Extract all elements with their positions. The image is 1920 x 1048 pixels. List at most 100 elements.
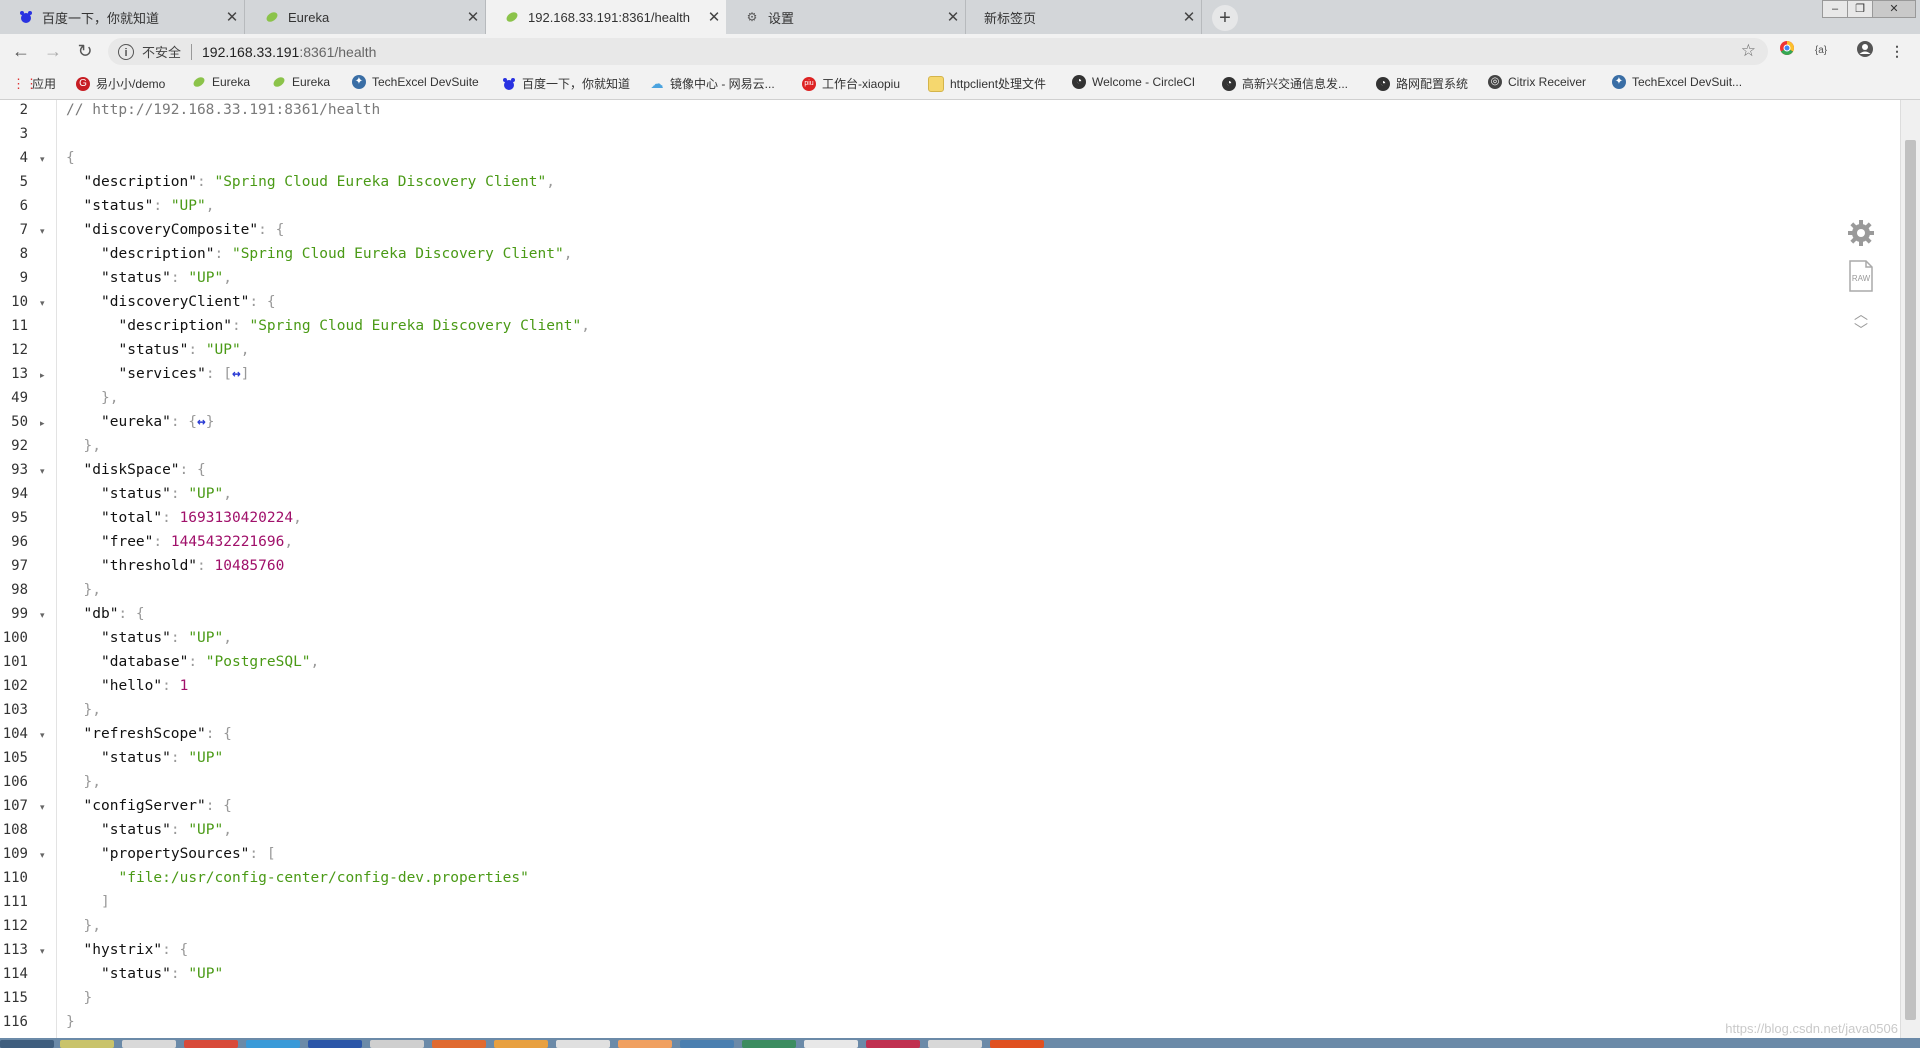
close-window-button[interactable]: ✕ <box>1872 0 1916 18</box>
bookmark-gitee[interactable]: G 易小小/demo <box>76 75 165 92</box>
json-punct: : [ <box>205 366 233 382</box>
close-icon[interactable]: ✕ <box>220 8 244 26</box>
tab-newtab[interactable]: 新标签页 ✕ <box>966 0 1202 34</box>
code-line: "configServer": { <box>84 798 232 814</box>
taskbar-item[interactable] <box>742 1040 796 1048</box>
taskbar-item[interactable] <box>804 1040 858 1048</box>
taskbar-item[interactable] <box>0 1040 54 1048</box>
chrome-extension-icon[interactable] <box>1776 40 1798 62</box>
json-punct: , <box>223 630 232 646</box>
json-number: 1 <box>179 678 189 694</box>
account-icon[interactable] <box>1854 40 1876 62</box>
close-icon[interactable]: ✕ <box>941 8 965 26</box>
json-punct: , <box>563 246 573 262</box>
json-punct: }, <box>101 390 119 406</box>
line-number: 5 <box>19 174 28 190</box>
scrollbar[interactable] <box>1900 100 1920 1038</box>
json-punct: : { <box>205 726 232 742</box>
json-key: "status" <box>101 630 171 646</box>
close-icon[interactable]: ✕ <box>1177 8 1201 26</box>
fold-open-icon[interactable]: ▾ <box>40 298 45 309</box>
forward-button[interactable]: → <box>40 38 66 64</box>
scrollbar-thumb[interactable] <box>1905 140 1916 1020</box>
json-string: "UP" <box>205 342 241 358</box>
json-punct: { <box>66 150 75 166</box>
fold-closed-icon[interactable]: ▸ <box>40 370 45 381</box>
code-line: "discoveryComposite": { <box>84 222 285 238</box>
fold-open-icon[interactable]: ▾ <box>40 730 45 741</box>
back-button[interactable]: ← <box>8 38 34 64</box>
raw-view-icon[interactable]: RAW <box>1844 260 1878 297</box>
bookmark-road-config[interactable]: ◔ 路网配置系统 <box>1376 75 1468 92</box>
settings-gear-icon[interactable] <box>1844 218 1878 253</box>
reload-button[interactable]: ↻ <box>72 38 98 64</box>
json-extension-icon[interactable]: {a} <box>1810 40 1832 62</box>
restore-button[interactable]: ❐ <box>1847 0 1873 18</box>
bookmark-netease-mirror[interactable]: ☁ 镜像中心 - 网易云... <box>650 75 775 92</box>
insecure-label: 不安全 <box>142 45 182 60</box>
line-number: 3 <box>19 126 28 142</box>
bookmark-apps[interactable]: ⋮⋮ 应用 <box>12 75 56 92</box>
bookmark-xiaopiu[interactable]: piu 工作台-xiaopiu <box>802 75 900 92</box>
bookmark-httpclient[interactable]: httpclient处理文件 <box>928 75 1046 92</box>
chevron-down-icon[interactable]: ﹀ <box>1844 320 1878 340</box>
bookmark-label: 应用 <box>32 77 57 91</box>
fold-open-icon[interactable]: ▾ <box>40 466 45 477</box>
close-icon[interactable]: ✕ <box>461 8 485 26</box>
browser-toolbar: ← → ↻ i 不安全 192.168.33.191:8361/health ☆… <box>0 34 1920 68</box>
taskbar-item[interactable] <box>494 1040 548 1048</box>
bookmark-citrix[interactable]: ◎ Citrix Receiver <box>1488 75 1586 89</box>
minimize-button[interactable]: – <box>1822 0 1848 18</box>
collapsed-ellipsis[interactable]: ↔ <box>197 414 206 430</box>
taskbar-item[interactable] <box>60 1040 114 1048</box>
taskbar-item[interactable] <box>618 1040 672 1048</box>
tab-baidu[interactable]: 百度一下，你就知道 ✕ <box>0 0 245 34</box>
bookmark-techexcel[interactable]: ✦ TechExcel DevSuite <box>352 75 479 89</box>
taskbar-item[interactable] <box>308 1040 362 1048</box>
line-number: 94 <box>11 486 28 502</box>
taskbar-item[interactable] <box>184 1040 238 1048</box>
bookmark-circleci[interactable]: ◔ Welcome - CircleCI <box>1072 75 1195 89</box>
bookmark-gosuncn[interactable]: ◔ 高新兴交通信息发... <box>1222 75 1348 92</box>
taskbar-item[interactable] <box>928 1040 982 1048</box>
taskbar-item[interactable] <box>680 1040 734 1048</box>
taskbar-item[interactable] <box>866 1040 920 1048</box>
json-key: "discoveryComposite" <box>83 222 259 238</box>
fold-open-icon[interactable]: ▾ <box>40 610 45 621</box>
json-punct: } <box>66 1014 75 1030</box>
taskbar-item[interactable] <box>432 1040 486 1048</box>
json-punct: : <box>162 678 180 694</box>
code-line: "status": "UP", <box>101 822 232 838</box>
menu-icon[interactable]: ⋮ <box>1886 40 1908 62</box>
json-number: 1445432221696 <box>170 534 285 550</box>
taskbar-item[interactable] <box>990 1040 1044 1048</box>
gitee-icon: G <box>76 76 90 91</box>
fold-closed-icon[interactable]: ▸ <box>40 418 45 429</box>
code-line: "database": "PostgreSQL", <box>101 654 319 670</box>
fold-open-icon[interactable]: ▾ <box>40 946 45 957</box>
bookmark-eureka-2[interactable]: Eureka <box>272 75 330 89</box>
taskbar-item[interactable] <box>556 1040 610 1048</box>
fold-open-icon[interactable]: ▾ <box>40 850 45 861</box>
bookmark-eureka-1[interactable]: Eureka <box>192 75 250 89</box>
fold-open-icon[interactable]: ▾ <box>40 154 45 165</box>
bookmark-techexcel-2[interactable]: ✦ TechExcel DevSuit... <box>1612 75 1742 89</box>
new-tab-button[interactable]: + <box>1212 5 1238 31</box>
fold-open-icon[interactable]: ▾ <box>40 226 45 237</box>
info-icon[interactable]: i <box>118 43 134 60</box>
json-punct: } <box>83 990 93 1006</box>
tab-eureka[interactable]: Eureka ✕ <box>246 0 486 34</box>
taskbar-item[interactable] <box>122 1040 176 1048</box>
collapsed-ellipsis[interactable]: ↔ <box>232 366 241 382</box>
taskbar-item[interactable] <box>370 1040 424 1048</box>
tab-health[interactable]: 192.168.33.191:8361/health ✕ <box>486 0 726 34</box>
address-bar[interactable]: i 不安全 192.168.33.191:8361/health ☆ <box>108 38 1768 65</box>
json-punct: : <box>153 534 171 550</box>
bookmark-baidu[interactable]: 百度一下，你就知道 <box>502 75 630 92</box>
fold-open-icon[interactable]: ▾ <box>40 802 45 813</box>
close-icon[interactable]: ✕ <box>702 8 726 26</box>
taskbar-item[interactable] <box>246 1040 300 1048</box>
json-string: "UP" <box>188 486 224 502</box>
star-icon[interactable]: ☆ <box>1741 41 1756 61</box>
tab-settings[interactable]: ⚙ 设置 ✕ <box>726 0 966 34</box>
